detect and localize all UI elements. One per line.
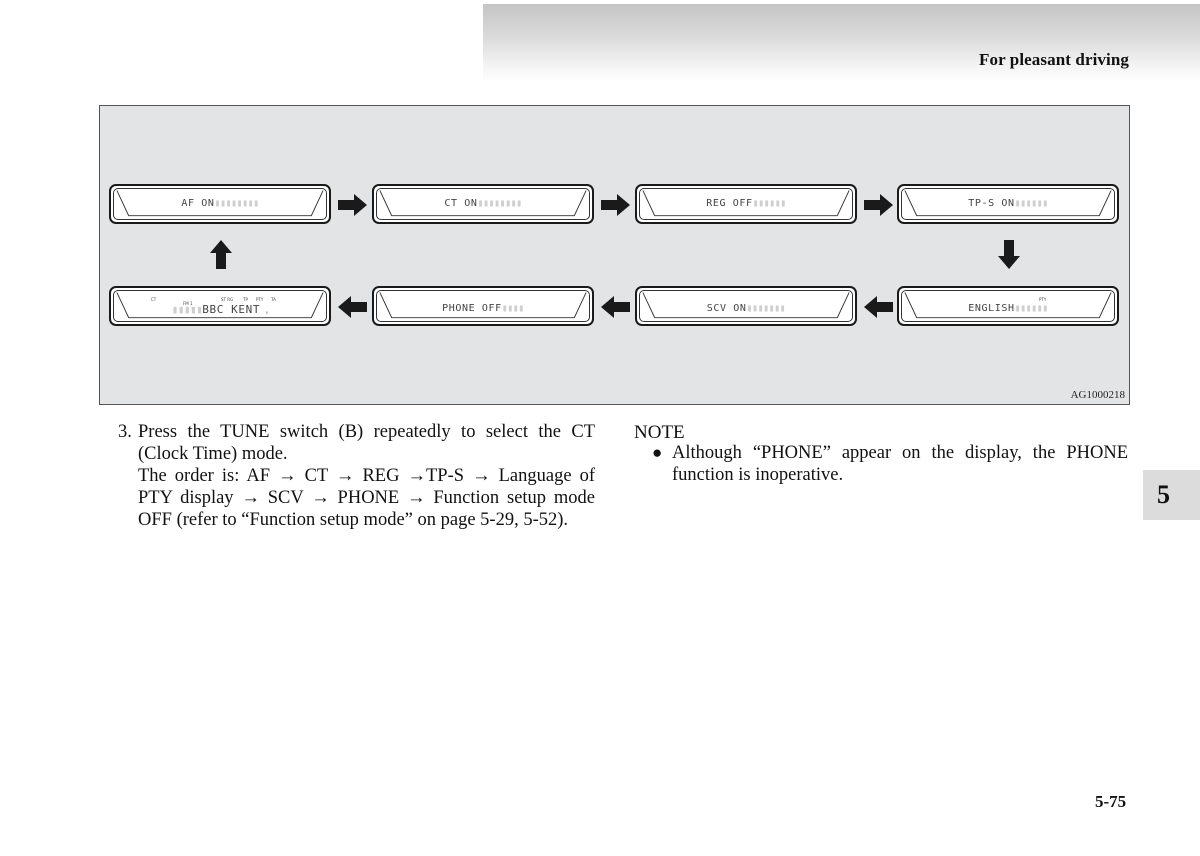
display-text: REG OFF xyxy=(706,198,753,209)
arrow-right-icon xyxy=(864,194,893,216)
rds-indicator: ᵦ xyxy=(266,308,269,315)
display-bbc-kent: CT FM 1 ST RG TP PTY TA ▮▮▮▮▮BBC KENT ᵦ xyxy=(109,286,331,326)
step-instruction: Press the TUNE switch (B) repeatedly to … xyxy=(138,422,595,464)
arrow-right-icon xyxy=(338,194,367,216)
note-title: NOTE xyxy=(634,422,685,443)
display-af: AF ON▮▮▮▮▮▮▮▮ xyxy=(109,184,331,224)
arrow-right-icon xyxy=(601,194,630,216)
display-text: CT ON xyxy=(444,198,478,209)
display-ct: CT ON▮▮▮▮▮▮▮▮ xyxy=(372,184,594,224)
arrow-left-icon xyxy=(864,296,893,318)
display-text: ENGLISH xyxy=(968,303,1015,314)
arrow-down-icon xyxy=(998,240,1020,269)
pty-indicator: PTY xyxy=(256,297,264,302)
pty-indicator: PTY xyxy=(1039,297,1047,302)
tp-indicator: TP xyxy=(243,297,248,302)
display-phone: PHONE OFF▮▮▮▮ xyxy=(372,286,594,326)
display-text: PHONE OFF xyxy=(442,303,502,314)
arrow-up-icon xyxy=(210,240,232,269)
chapter-tab: 5 xyxy=(1143,470,1200,520)
step-number: 3. xyxy=(118,422,132,442)
ct-indicator: CT xyxy=(151,297,157,302)
display-text: TP-S ON xyxy=(968,198,1015,209)
note-item: ● Although “PHONE” appear on the display… xyxy=(652,442,1128,486)
display-text: AF ON xyxy=(181,198,215,209)
header-band xyxy=(483,4,1200,82)
arrow-left-icon xyxy=(601,296,630,318)
stereo-indicator: ST RG xyxy=(221,297,234,302)
display-text: SCV ON xyxy=(706,303,747,314)
step-order: The order is: AF → CT → REG →TP-S → Lang… xyxy=(138,466,595,530)
display-scv: SCV ON▮▮▮▮▮▮▮ xyxy=(635,286,857,326)
figure-id: AG1000218 xyxy=(1070,389,1125,401)
page-number: 5-75 xyxy=(1095,792,1127,811)
step-3: 3. Press the TUNE switch (B) repeatedly … xyxy=(118,421,595,531)
chapter-number: 5 xyxy=(1157,480,1170,509)
note-text: Although “PHONE” appear on the display, … xyxy=(672,443,1128,485)
display-reg: REG OFF▮▮▮▮▮▮ xyxy=(635,184,857,224)
arrow-left-icon xyxy=(338,296,367,318)
section-title: For pleasant driving xyxy=(979,50,1129,69)
display-text: BBC KENT xyxy=(202,303,261,316)
bullet-icon: ● xyxy=(652,443,663,462)
display-tps: TP-S ON▮▮▮▮▮▮ xyxy=(897,184,1119,224)
display-sequence-figure: AF ON▮▮▮▮▮▮▮▮ CT ON▮▮▮▮▮▮▮▮ REG OFF▮▮▮▮▮… xyxy=(99,105,1130,405)
display-english: PTY ENGLISH▮▮▮▮▮▮ xyxy=(897,286,1119,326)
ta-indicator: TA xyxy=(271,297,276,302)
